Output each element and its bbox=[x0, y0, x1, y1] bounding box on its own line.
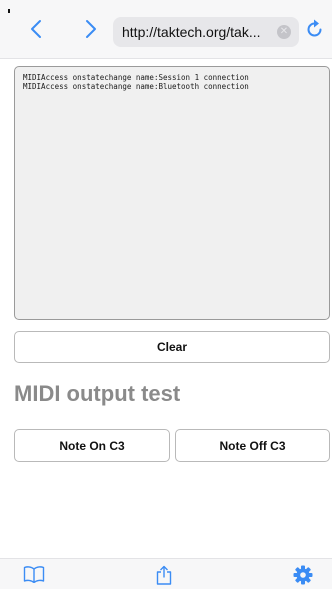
status-indicator bbox=[8, 9, 10, 13]
bookmarks-icon bbox=[23, 565, 45, 588]
back-button[interactable] bbox=[19, 14, 53, 44]
address-bar[interactable]: http://taktech.org/tak... ✕ bbox=[113, 17, 299, 47]
note-off-button[interactable]: Note Off C3 bbox=[175, 429, 330, 462]
settings-button[interactable] bbox=[291, 565, 315, 587]
note-on-button[interactable]: Note On C3 bbox=[14, 429, 170, 462]
midi-output-heading: MIDI output test bbox=[14, 381, 181, 406]
gear-icon bbox=[293, 565, 313, 590]
bookmarks-button[interactable] bbox=[22, 565, 46, 587]
midi-log-textarea[interactable]: MIDIAccess onstatechange name:Session 1 … bbox=[14, 66, 330, 320]
chevron-right-icon bbox=[85, 19, 97, 39]
clear-circle-icon[interactable]: ✕ bbox=[277, 25, 291, 39]
reload-icon bbox=[306, 18, 324, 43]
forward-button[interactable] bbox=[74, 14, 108, 44]
browser-top-bar: http://taktech.org/tak... ✕ bbox=[0, 0, 332, 59]
share-button[interactable] bbox=[152, 565, 176, 587]
clear-button[interactable]: Clear bbox=[14, 331, 330, 363]
browser-bottom-toolbar bbox=[0, 558, 332, 589]
share-icon bbox=[155, 565, 173, 590]
reload-button[interactable] bbox=[302, 16, 328, 44]
log-line: MIDIAccess onstatechange name:Session 1 … bbox=[23, 73, 249, 82]
log-line: MIDIAccess onstatechange name:Bluetooth … bbox=[23, 82, 249, 91]
chevron-left-icon bbox=[30, 19, 42, 39]
url-text: http://taktech.org/tak... bbox=[122, 24, 261, 40]
